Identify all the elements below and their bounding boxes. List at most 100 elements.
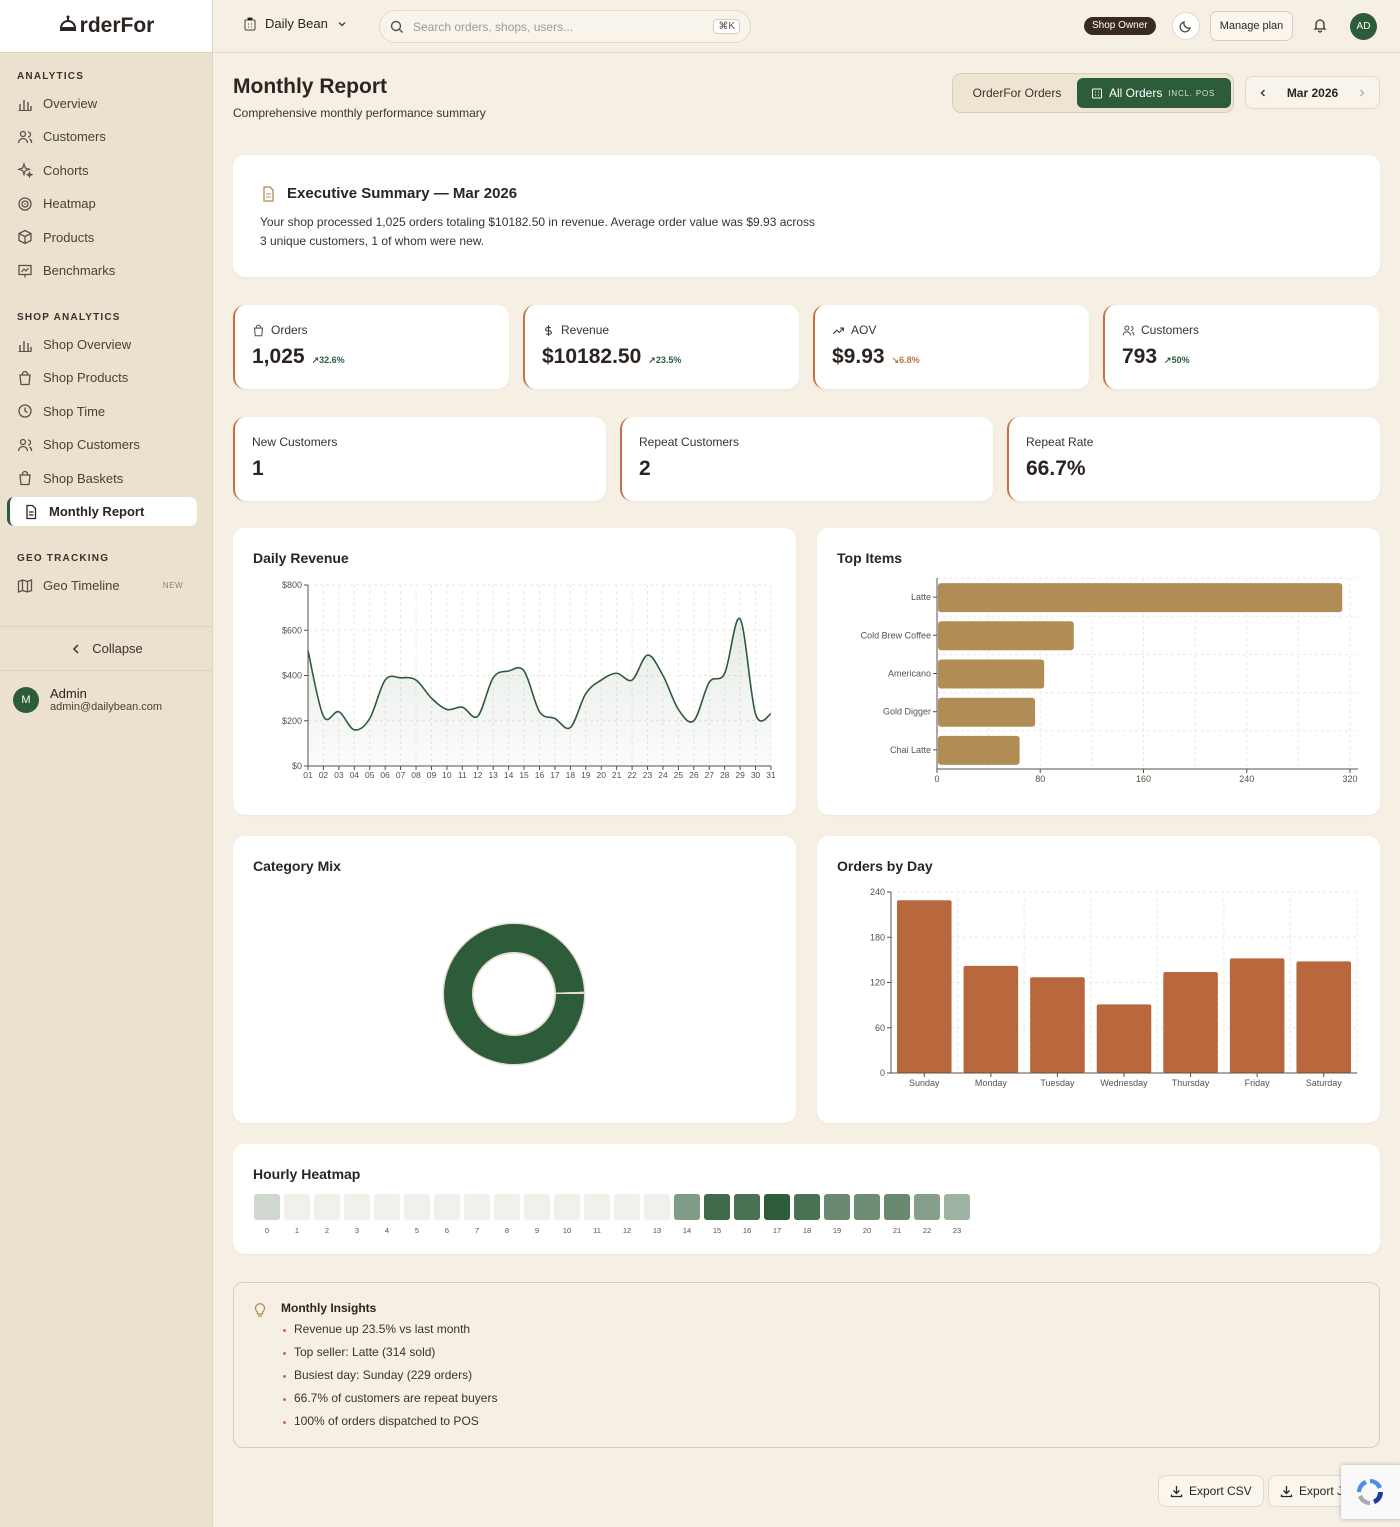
heatmap-cell[interactable] — [764, 1194, 790, 1220]
shopping-bag-icon — [19, 470, 31, 486]
heatmap-cell[interactable] — [554, 1194, 580, 1220]
logo[interactable]: rderFor — [0, 0, 212, 53]
orders-by-day-panel: Orders by Day 0 60 120 180 240 Sunday Monday Tu… — [817, 836, 1380, 1123]
heatmap-cell[interactable] — [314, 1194, 340, 1220]
heatmap-cell[interactable] — [374, 1194, 400, 1220]
top-item-bar[interactable] — [938, 735, 1020, 765]
day-bar[interactable] — [897, 900, 952, 1073]
collapse-button[interactable]: Collapse — [0, 626, 213, 671]
user-profile[interactable]: M Admin admin@dailybean.com — [13, 686, 162, 713]
sidebar-item-shop-baskets[interactable]: Shop Baskets — [0, 462, 213, 495]
top-item-bar[interactable] — [938, 583, 1343, 613]
topbar: Daily Bean ⌘K Shop Owner Manage plan AD — [213, 0, 1400, 53]
sidebar-item-label: Shop Baskets — [43, 470, 124, 486]
top-item-bar[interactable] — [938, 659, 1045, 689]
heatmap-cell[interactable] — [884, 1194, 910, 1220]
sidebar-item-shop-time[interactable]: Shop Time — [0, 395, 213, 428]
sidebar-item-label: Cohorts — [43, 162, 89, 178]
kpi-label: Repeat Rate — [1026, 435, 1094, 449]
heatmap-cell[interactable] — [494, 1194, 520, 1220]
sidebar-section-title: SHOP ANALYTICS — [17, 312, 121, 323]
search-input[interactable] — [413, 19, 705, 34]
download-icon — [1170, 1485, 1183, 1497]
sidebar-item-label: Geo Timeline — [43, 578, 120, 593]
notifications-button[interactable] — [1312, 17, 1328, 38]
heatmap-cell[interactable] — [824, 1194, 850, 1220]
heatmap-cell[interactable] — [404, 1194, 430, 1220]
top-items-chart: Latte Cold Brew Coffee Americano Gold Digge… — [861, 577, 1358, 784]
export-csv-button[interactable]: Export CSV — [1158, 1475, 1264, 1507]
sidebar-item-benchmarks[interactable]: Benchmarks — [0, 254, 213, 287]
x-tick-label: Tuesday — [1040, 1078, 1075, 1088]
daily-revenue-chart: $0 $200 $400 $600 $800 01 02 03 04 05 06 07 08 09 10 11… — [282, 580, 776, 780]
logo-bell-icon — [59, 15, 76, 31]
sidebar-item-shop-customers[interactable]: Shop Customers — [0, 428, 213, 461]
chevron-right-icon[interactable] — [1357, 88, 1367, 98]
top-item-bar[interactable] — [938, 621, 1074, 651]
users-icon — [17, 130, 33, 144]
heatmap-cell[interactable] — [464, 1194, 490, 1220]
shop-selector[interactable]: Daily Bean — [243, 16, 348, 31]
heatmap-cell[interactable] — [944, 1194, 970, 1220]
sparkles-icon — [17, 162, 33, 179]
sidebar-item-heatmap[interactable]: Heatmap — [0, 187, 213, 220]
heatmap-cell[interactable] — [854, 1194, 880, 1220]
kpi-change: ↗50% — [1164, 355, 1190, 366]
sidebar-item-geo-timeline[interactable]: Geo Timeline NEW — [0, 569, 213, 602]
insight-item: 66.7% of customers are repeat buyers — [281, 1390, 497, 1413]
x-tick-label: 31 — [766, 770, 776, 780]
insights-list: Revenue up 23.5% vs last month Top seller… — [281, 1321, 497, 1436]
day-bar[interactable] — [1030, 977, 1085, 1073]
heatmap-cell[interactable] — [674, 1194, 700, 1220]
heatmap-cell[interactable] — [584, 1194, 610, 1220]
chevron-left-icon[interactable] — [1258, 88, 1268, 98]
manage-plan-button[interactable]: Manage plan — [1210, 11, 1293, 41]
day-bar[interactable] — [1229, 958, 1285, 1073]
donut-hole — [472, 952, 556, 1036]
sidebar-item-monthly-report[interactable]: Monthly Report — [7, 497, 197, 526]
toggle-orderfor-orders[interactable]: OrderFor Orders — [957, 78, 1077, 108]
heatmap-cell[interactable] — [434, 1194, 460, 1220]
kpi-label: AOV — [851, 323, 877, 337]
sidebar-item-shop-overview[interactable]: Shop Overview — [0, 328, 213, 361]
sidebar-item-cohorts[interactable]: Cohorts — [0, 154, 213, 187]
kpi-value-row: $9.93 ↘6.8% — [832, 345, 920, 369]
top-item-bar[interactable] — [938, 697, 1036, 727]
hour-label: 13 — [653, 1226, 661, 1235]
heatmap-cell[interactable] — [704, 1194, 730, 1220]
heatmap-cell[interactable] — [284, 1194, 310, 1220]
sidebar-item-products[interactable]: Products — [0, 221, 213, 254]
day-bar[interactable] — [963, 965, 1019, 1073]
day-bar[interactable] — [1096, 1004, 1152, 1073]
hour-label: 20 — [863, 1226, 871, 1235]
heatmap-cell[interactable] — [734, 1194, 760, 1220]
heatmap-cell[interactable] — [644, 1194, 670, 1220]
heatmap-cell[interactable] — [344, 1194, 370, 1220]
x-tick-label: 04 — [350, 770, 360, 780]
sidebar-item-overview[interactable]: Overview — [0, 87, 213, 120]
heatmap-cell[interactable] — [794, 1194, 820, 1220]
heatmap-cell[interactable] — [254, 1194, 280, 1220]
sidebar-item-customers[interactable]: Customers — [0, 120, 213, 153]
heatmap-cell[interactable] — [524, 1194, 550, 1220]
month-label: Mar 2026 — [1286, 85, 1339, 100]
account-avatar[interactable]: AD — [1350, 13, 1377, 40]
sidebar-item-shop-products[interactable]: Shop Products — [0, 361, 213, 394]
heatmap-cell[interactable] — [914, 1194, 940, 1220]
x-tick-label: 0 — [934, 774, 939, 784]
x-tick-label: 22 — [627, 770, 637, 780]
recaptcha-badge[interactable] — [1341, 1465, 1400, 1519]
kpi-value: 1,025 — [252, 345, 305, 368]
day-bar[interactable] — [1296, 961, 1351, 1073]
hourly-heatmap-chart: 0 1 2 3 4 5 6 7 8 9 10 11 12 13 14 15 16 17 18 19 20 21 22 23 — [254, 1194, 970, 1235]
sidebar-item-label: Products — [43, 229, 95, 245]
clock-icon — [18, 404, 32, 418]
x-tick-label: 21 — [612, 770, 622, 780]
file-text-icon — [26, 504, 37, 519]
collapse-label: Collapse — [92, 641, 143, 656]
toggle-all-orders[interactable]: All Orders INCL. POS — [1077, 78, 1231, 108]
theme-toggle-button[interactable] — [1172, 12, 1200, 40]
x-tick-label: 01 — [303, 770, 313, 780]
day-bar[interactable] — [1163, 971, 1218, 1073]
heatmap-cell[interactable] — [614, 1194, 640, 1220]
